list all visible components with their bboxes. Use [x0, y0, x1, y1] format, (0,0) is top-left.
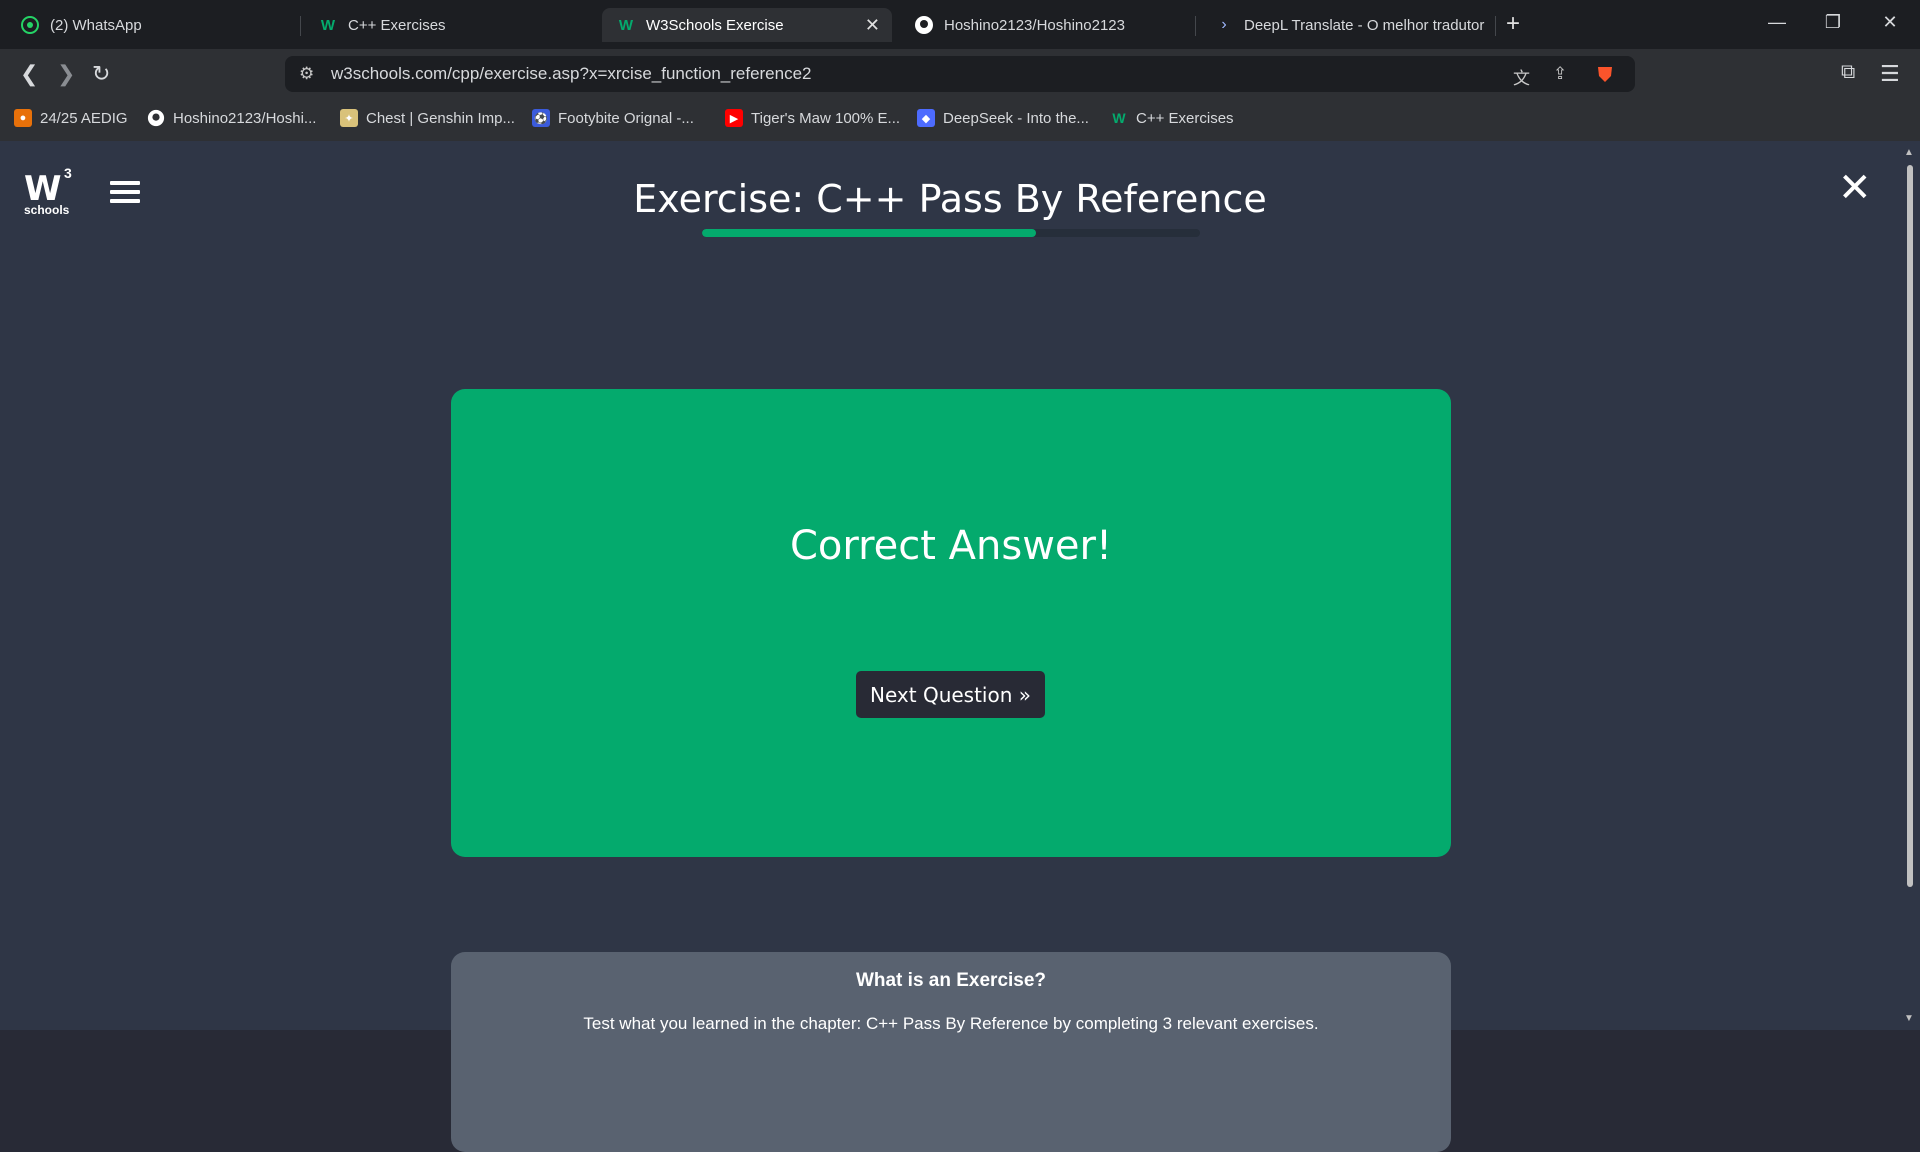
bookmark-label: Hoshino2123/Hoshi...	[173, 109, 317, 127]
back-icon[interactable]: ❮	[20, 61, 38, 87]
bookmark-label: Tiger's Maw 100% E...	[751, 109, 901, 127]
browser-toolbar: ❮ ❯ ↻ ⚙ w3schools.com/cpp/exercise.asp?x…	[0, 49, 1920, 99]
forward-icon[interactable]: ❯	[57, 61, 75, 87]
info-text: Test what you learned in the chapter: C+…	[583, 1014, 1319, 1033]
scroll-up-icon[interactable]: ▲	[1904, 147, 1914, 158]
github-icon	[914, 15, 934, 35]
w3schools-icon: W	[1112, 110, 1126, 126]
tab-cpp-exercises[interactable]: W C++ Exercises	[304, 8, 594, 42]
tab-deepl[interactable]: › DeepL Translate - O melhor tradutor	[1200, 8, 1490, 42]
person-icon: ●	[14, 109, 32, 127]
bookmark-label: C++ Exercises	[1136, 109, 1234, 127]
w3schools-icon: W	[320, 16, 336, 34]
tab-github[interactable]: Hoshino2123/Hoshino2123	[900, 8, 1190, 42]
page-content: W 3 schools Exercise: C++ Pass By Refere…	[0, 141, 1900, 1152]
github-icon	[147, 109, 165, 127]
extensions-icon[interactable]: ⧉	[1841, 61, 1855, 84]
browser-tab-bar: (2) WhatsApp W C++ Exercises W W3Schools…	[0, 0, 1920, 49]
address-bar[interactable]: ⚙ w3schools.com/cpp/exercise.asp?x=xrcis…	[285, 56, 1635, 92]
progress-fill	[702, 229, 1036, 237]
site-settings-icon[interactable]: ⚙	[299, 64, 314, 84]
scroll-thumb[interactable]	[1907, 165, 1913, 887]
tab-whatsapp[interactable]: (2) WhatsApp	[6, 8, 296, 42]
menu-icon[interactable]: ☰	[1880, 61, 1900, 87]
bookmark-cpp-exercises[interactable]: W C++ Exercises	[1110, 109, 1234, 127]
bookmark-label: DeepSeek - Into the...	[943, 109, 1089, 127]
bookmark-label: Footybite Orignal -...	[558, 109, 694, 127]
info-title: What is an Exercise?	[855, 970, 1047, 991]
minimize-icon[interactable]: —	[1757, 12, 1797, 33]
restore-icon[interactable]: ❐	[1813, 12, 1853, 33]
youtube-icon: ▶	[725, 109, 743, 127]
whatsapp-icon	[20, 15, 40, 35]
url-text: w3schools.com/cpp/exercise.asp?x=xrcise_…	[331, 64, 812, 83]
tab-label: Hoshino2123/Hoshino2123	[944, 16, 1125, 34]
reload-icon[interactable]: ↻	[92, 61, 110, 87]
result-message: Correct Answer!	[789, 523, 1113, 569]
tab-label: DeepL Translate - O melhor tradutor	[1244, 16, 1485, 34]
tab-label: C++ Exercises	[348, 16, 446, 34]
w3schools-icon: W	[618, 16, 634, 34]
scroll-down-icon[interactable]: ▼	[1904, 1013, 1914, 1024]
tab-w3schools-exercise[interactable]: W W3Schools Exercise ✕	[602, 8, 892, 42]
bookmark-aedig[interactable]: ● 24/25 AEDIG	[14, 109, 128, 127]
close-icon[interactable]: ✕	[1838, 165, 1872, 211]
football-icon: ⚽	[532, 109, 550, 127]
bookmark-label: Chest | Genshin Imp...	[366, 109, 515, 127]
bookmark-label: 24/25 AEDIG	[40, 109, 128, 127]
bookmark-deepseek[interactable]: ◆ DeepSeek - Into the...	[917, 109, 1089, 127]
bookmark-footybite[interactable]: ⚽ Footybite Orignal -...	[532, 109, 694, 127]
genshin-icon: ✦	[340, 109, 358, 127]
window-close-icon[interactable]: ✕	[1870, 12, 1910, 33]
result-card: Correct Answer! Next Question »	[451, 389, 1451, 857]
info-card: What is an Exercise? Test what you learn…	[451, 952, 1451, 1152]
translate-icon[interactable]: 文	[1513, 64, 1530, 89]
next-question-button[interactable]: Next Question »	[856, 671, 1045, 718]
tab-label: W3Schools Exercise	[646, 16, 784, 34]
brave-shield-icon[interactable]	[1595, 64, 1615, 89]
bookmark-github[interactable]: Hoshino2123/Hoshi...	[147, 109, 316, 127]
page-title: Exercise: C++ Pass By Reference	[633, 177, 1267, 221]
page-scrollbar[interactable]: ▲ ▼	[1900, 141, 1920, 1030]
progress-bar	[702, 229, 1200, 237]
bookmarks-bar: ● 24/25 AEDIG Hoshino2123/Hoshi... ✦ Che…	[0, 99, 1920, 141]
new-tab-icon[interactable]: +	[1506, 10, 1520, 38]
deepl-icon: ›	[1221, 16, 1227, 33]
bookmark-genshin[interactable]: ✦ Chest | Genshin Imp...	[340, 109, 515, 127]
share-icon[interactable]: ⇪	[1553, 64, 1567, 84]
deepseek-icon: ◆	[917, 109, 935, 127]
tab-label: (2) WhatsApp	[50, 16, 142, 34]
close-tab-icon[interactable]: ✕	[865, 15, 880, 36]
bookmark-youtube[interactable]: ▶ Tiger's Maw 100% E...	[725, 109, 900, 127]
